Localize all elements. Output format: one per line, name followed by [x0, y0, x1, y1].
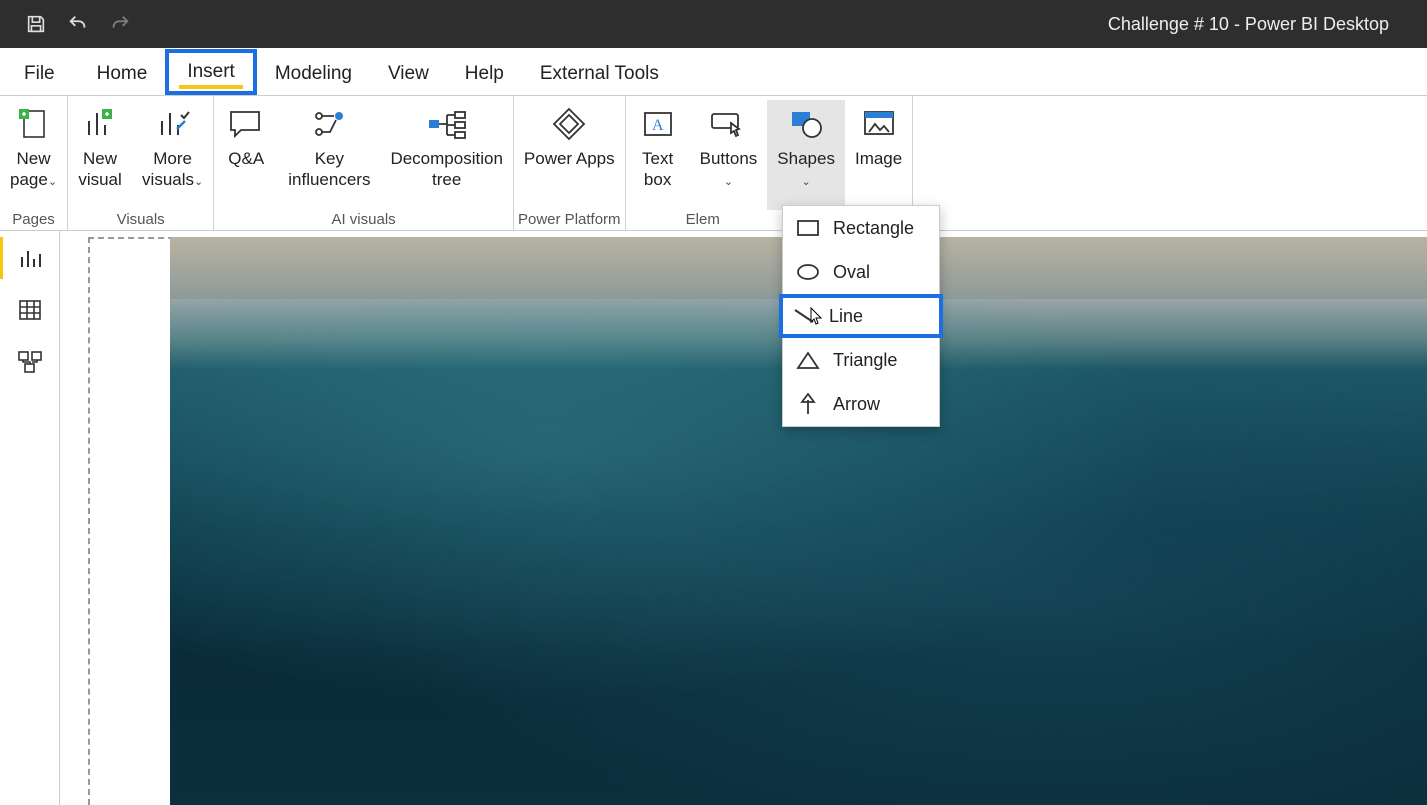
titlebar: Challenge # 10 - Power BI Desktop — [0, 0, 1427, 48]
shape-triangle[interactable]: Triangle — [783, 338, 939, 382]
new-page-button[interactable]: New page⌄ — [0, 100, 67, 210]
ribbon: New page⌄ Pages New visual — [0, 96, 1427, 231]
ribbon-tabs: File Home Insert Modeling View Help Exte… — [0, 48, 1427, 96]
oval-icon — [795, 260, 821, 284]
shape-oval[interactable]: Oval — [783, 250, 939, 294]
text-box-button[interactable]: A Text box — [626, 100, 690, 210]
tab-insert[interactable]: Insert — [165, 49, 257, 95]
shape-line[interactable]: Line — [779, 294, 943, 338]
shape-arrow-label: Arrow — [833, 394, 880, 415]
more-visuals-label: More visuals⌄ — [142, 148, 203, 193]
group-power-platform-label: Power Platform — [514, 211, 625, 230]
shapes-icon — [784, 102, 828, 146]
svg-text:A: A — [652, 117, 664, 134]
text-box-label: Text box — [642, 148, 673, 190]
app-title: Challenge # 10 - Power BI Desktop — [1108, 14, 1389, 35]
shape-triangle-label: Triangle — [833, 350, 897, 371]
decomposition-tree-button[interactable]: Decomposition tree — [380, 100, 512, 210]
buttons-label: Buttons⌄ — [700, 148, 758, 193]
tab-home[interactable]: Home — [79, 53, 166, 95]
model-view-button[interactable] — [15, 347, 45, 377]
decomposition-tree-label: Decomposition tree — [390, 148, 502, 190]
power-apps-button[interactable]: Power Apps — [514, 100, 625, 210]
line-icon — [791, 304, 817, 328]
speech-bubble-icon — [224, 102, 268, 146]
arrow-icon — [795, 392, 821, 416]
shape-arrow[interactable]: Arrow — [783, 382, 939, 426]
tab-modeling[interactable]: Modeling — [257, 53, 370, 95]
undo-icon[interactable] — [64, 10, 92, 38]
text-box-icon: A — [636, 102, 680, 146]
shapes-button[interactable]: Shapes⌄ — [767, 100, 845, 210]
group-ai-label: AI visuals — [214, 211, 513, 230]
shape-rectangle-label: Rectangle — [833, 218, 914, 239]
new-page-label: New page⌄ — [10, 148, 57, 193]
group-pages: New page⌄ Pages — [0, 96, 68, 230]
chart-icon — [78, 102, 122, 146]
data-view-button[interactable] — [15, 295, 45, 325]
power-apps-label: Power Apps — [524, 148, 615, 169]
shape-line-label: Line — [829, 306, 863, 327]
image-button[interactable]: Image — [845, 100, 912, 210]
group-ai-visuals: Q&A Key influencers — [214, 96, 514, 230]
more-visuals-button[interactable]: More visuals⌄ — [132, 100, 213, 210]
key-influencers-icon — [307, 102, 351, 146]
report-view-button[interactable] — [15, 243, 45, 273]
buttons-icon — [706, 102, 750, 146]
image-label: Image — [855, 148, 902, 169]
key-influencers-button[interactable]: Key influencers — [278, 100, 380, 210]
shape-oval-label: Oval — [833, 262, 870, 283]
tab-file[interactable]: File — [0, 53, 79, 95]
group-visuals-label: Visuals — [68, 211, 213, 230]
canvas[interactable] — [60, 231, 1427, 805]
shapes-label: Shapes⌄ — [777, 148, 835, 193]
redo-icon[interactable] — [106, 10, 134, 38]
triangle-icon — [795, 348, 821, 372]
qa-label: Q&A — [228, 148, 264, 169]
view-rail — [0, 231, 60, 805]
power-apps-icon — [547, 102, 591, 146]
new-page-icon — [12, 102, 56, 146]
more-visuals-icon — [151, 102, 195, 146]
new-visual-button[interactable]: New visual — [68, 100, 132, 210]
new-visual-label: New visual — [78, 148, 121, 190]
buttons-button[interactable]: Buttons⌄ — [690, 100, 768, 210]
key-influencers-label: Key influencers — [288, 148, 370, 190]
shape-rectangle[interactable]: Rectangle — [783, 206, 939, 250]
tab-external-tools[interactable]: External Tools — [522, 53, 677, 95]
workspace — [0, 231, 1427, 805]
decomposition-tree-icon — [425, 102, 469, 146]
group-visuals: New visual More visuals⌄ Visuals — [68, 96, 214, 230]
image-icon — [857, 102, 901, 146]
group-power-platform: Power Apps Power Platform — [514, 96, 626, 230]
save-icon[interactable] — [22, 10, 50, 38]
group-pages-label: Pages — [0, 211, 67, 230]
shapes-dropdown: Rectangle Oval Line Triangle Arrow — [782, 205, 940, 427]
qa-button[interactable]: Q&A — [214, 100, 278, 210]
tab-view[interactable]: View — [370, 53, 447, 95]
rectangle-icon — [795, 216, 821, 240]
tab-help[interactable]: Help — [447, 53, 522, 95]
